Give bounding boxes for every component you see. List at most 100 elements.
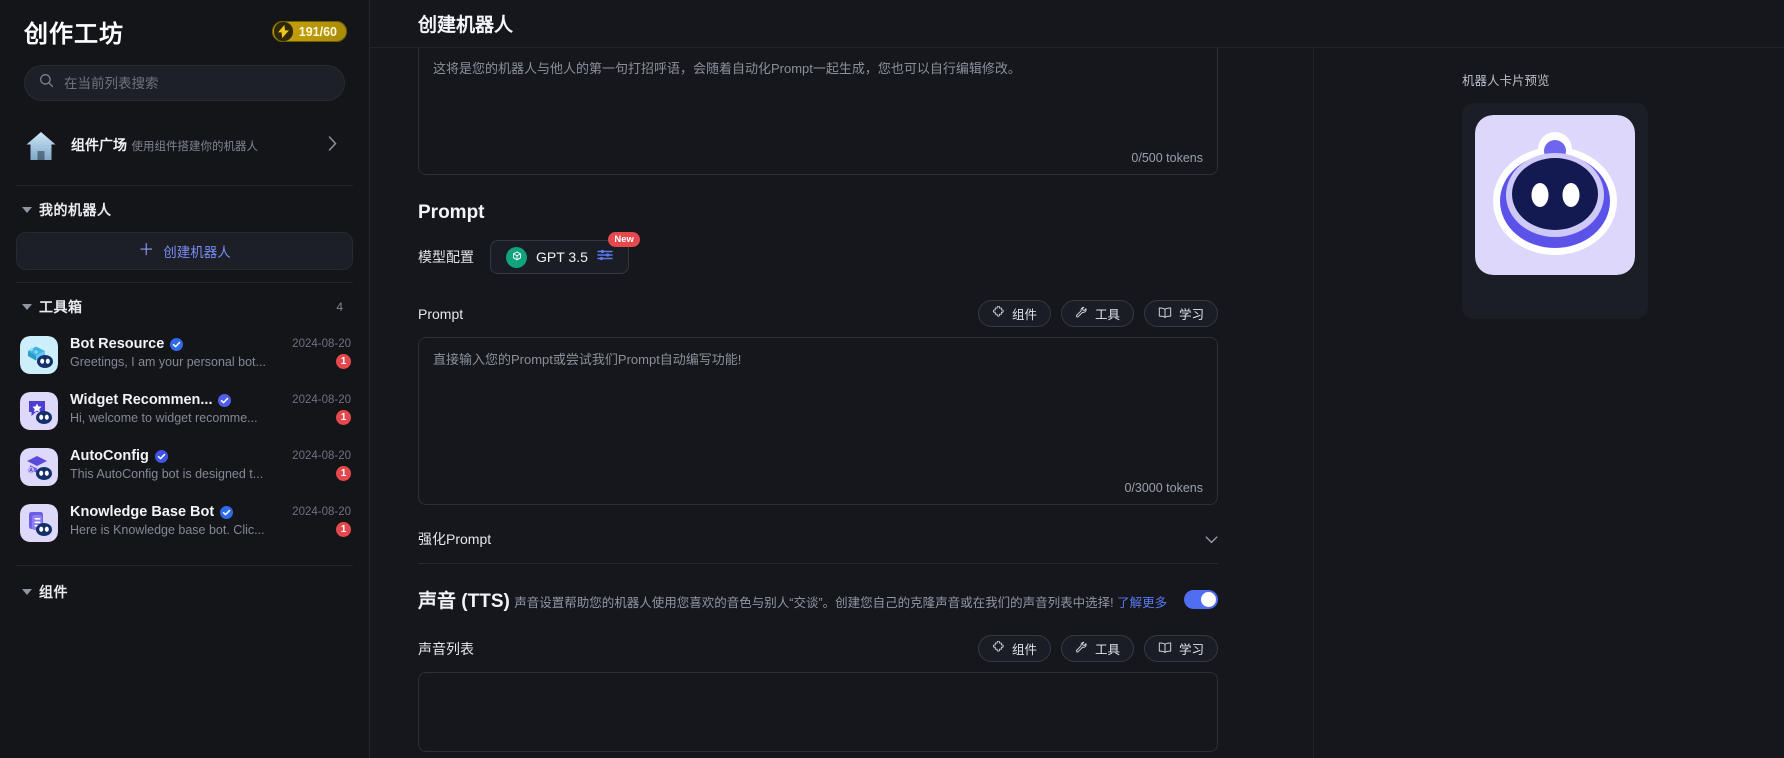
verified-icon (154, 449, 168, 463)
chip-components-label: 组件 (1011, 308, 1037, 322)
group-my-bots-label: 我的机器人 (39, 202, 112, 218)
chevron-down-icon[interactable] (1205, 532, 1218, 547)
list-item[interactable]: Knowledge Base Bot 2024-08-20 Here is Kn… (0, 495, 369, 551)
list-item[interactable]: A AutoConfig 2024-08-20 This AutoConfig … (0, 439, 369, 495)
wrench-icon (1075, 641, 1088, 657)
openai-icon (506, 246, 527, 268)
prompt-input[interactable]: 直接输入您的Prompt或尝试我们Prompt自动编写功能! 0/3000 to… (418, 337, 1218, 505)
puzzle-icon (992, 305, 1005, 322)
model-config-row: 模型配置 GPT 3.5 New (418, 232, 1218, 274)
group-components[interactable]: 组件 (0, 566, 369, 608)
book-icon (1158, 641, 1172, 657)
chevron-right-icon (328, 136, 343, 156)
caret-down-icon (22, 304, 32, 310)
prompt-field-header: Prompt 组件 工具 学习 (418, 300, 1218, 327)
bot-date: 2024-08-20 (292, 506, 351, 518)
chip-components[interactable]: 组件 (977, 300, 1051, 327)
chip-tools-voice-label: 工具 (1094, 643, 1120, 657)
autoconfig-avatar: A (20, 448, 58, 486)
bot-main: Widget Recommen... 2024-08-20 Hi, welcom… (70, 392, 351, 425)
energy-badge[interactable]: 191/60 (271, 21, 347, 42)
list-item[interactable]: Widget Recommen... 2024-08-20 Hi, welcom… (0, 383, 369, 439)
prompt-token-count: 0/3000 tokens (1124, 481, 1203, 495)
search-box[interactable] (24, 65, 345, 101)
wrench-icon (1075, 306, 1088, 322)
chip-tools[interactable]: 工具 (1060, 300, 1134, 327)
chip-tools-voice[interactable]: 工具 (1060, 635, 1134, 662)
chip-learn[interactable]: 学习 (1143, 300, 1218, 327)
group-my-bots[interactable]: 我的机器人 (0, 186, 369, 226)
widget-recommend-avatar (20, 392, 58, 430)
robot-head-avatar (1475, 115, 1635, 275)
chip-tools-label: 工具 (1094, 308, 1120, 322)
app-root: 创作工坊 191/60 在当前列表搜索 组件广场 使用组件搭建你的机器人 我的机… (0, 0, 1784, 758)
main-header: 创建机器人 (370, 0, 1784, 48)
verified-icon (220, 505, 234, 519)
greeting-token-count: 0/500 tokens (1131, 151, 1203, 165)
tts-learn-more-link[interactable]: 了解更多 (1117, 596, 1167, 610)
create-bot-button[interactable]: ＋ 创建机器人 (16, 232, 353, 270)
voice-list-label: 声音列表 (418, 640, 474, 657)
bot-card-preview (1462, 103, 1648, 319)
bot-line-2: This AutoConfig bot is designed t... 1 (70, 466, 351, 481)
form-column: 这将是您的机器人与他人的第一句打招呼语，会随着自动化Prompt一起生成，您也可… (370, 48, 1314, 758)
sidebar-item-component-market[interactable]: 组件广场 使用组件搭建你的机器人 (16, 119, 353, 173)
energy-value: 191/60 (298, 24, 337, 39)
bot-resource-avatar (20, 336, 58, 374)
sidebar-header: 创作工坊 191/60 (0, 0, 369, 57)
bot-line-2: Greetings, I am your personal bot... 1 (70, 354, 351, 369)
market-text: 组件广场 使用组件搭建你的机器人 (71, 136, 315, 156)
search-input[interactable] (64, 75, 330, 91)
group-toolbox-label: 工具箱 (39, 299, 83, 315)
search-container (0, 57, 369, 113)
tts-section: 声音 (TTS) 声音设置帮助您的机器人使用您喜欢的音色与别人“交谈”。创建您自… (418, 586, 1218, 613)
market-subtitle: 使用组件搭建你的机器人 (131, 141, 258, 154)
sliders-icon[interactable] (597, 248, 613, 267)
sidebar: 创作工坊 191/60 在当前列表搜索 组件广场 使用组件搭建你的机器人 我的机… (0, 0, 370, 758)
prompt-placeholder: 直接输入您的Prompt或尝试我们Prompt自动编写功能! (433, 352, 742, 367)
home-icon (24, 129, 58, 163)
voice-list-header: 声音列表 组件 工具 学习 (418, 635, 1218, 662)
prompt-section-heading: Prompt (418, 202, 485, 223)
greeting-field[interactable]: 这将是您的机器人与他人的第一句打招呼语，会随着自动化Prompt一起生成，您也可… (418, 48, 1218, 175)
list-item[interactable]: Bot Resource 2024-08-20 Greetings, I am … (0, 327, 369, 383)
chip-learn-voice-label: 学习 (1178, 643, 1204, 657)
unread-badge: 1 (336, 466, 351, 481)
caret-down-icon (22, 589, 32, 595)
enhance-prompt-label: 强化Prompt (418, 531, 492, 547)
chip-components-voice-label: 组件 (1011, 643, 1037, 657)
model-selector[interactable]: GPT 3.5 New (490, 232, 640, 274)
bot-line-1: Knowledge Base Bot 2024-08-20 (70, 504, 351, 520)
search-icon (39, 73, 54, 93)
model-name: GPT 3.5 (536, 249, 588, 265)
enhance-prompt-section[interactable]: 强化Prompt (418, 529, 1218, 564)
greeting-placeholder: 这将是您的机器人与他人的第一句打招呼语，会随着自动化Prompt一起生成，您也可… (433, 61, 1021, 76)
bot-list: Bot Resource 2024-08-20 Greetings, I am … (0, 323, 369, 551)
model-config-label: 模型配置 (418, 249, 474, 265)
market-title: 组件广场 (71, 137, 127, 154)
knowledge-base-avatar (20, 504, 58, 542)
bot-desc: This AutoConfig bot is designed t... (70, 466, 264, 481)
bot-desc: Here is Knowledge base bot. Clic... (70, 522, 265, 537)
bolt-icon (273, 22, 293, 41)
bot-main: Bot Resource 2024-08-20 Greetings, I am … (70, 336, 351, 369)
group-toolbox[interactable]: 工具箱 4 (0, 283, 369, 323)
plus-icon: ＋ (138, 242, 155, 259)
unread-badge: 1 (336, 410, 351, 425)
bot-main: Knowledge Base Bot 2024-08-20 Here is Kn… (70, 504, 351, 537)
preview-label: 机器人卡片预览 (1462, 74, 1550, 88)
bot-name: Bot Resource (70, 336, 165, 352)
caret-down-icon (22, 207, 32, 213)
form-inner: 这将是您的机器人与他人的第一句打招呼语，会随着自动化Prompt一起生成，您也可… (418, 48, 1218, 752)
tts-toggle[interactable] (1184, 590, 1218, 609)
voice-list-box[interactable] (418, 672, 1218, 752)
bot-line-1: Widget Recommen... 2024-08-20 (70, 392, 351, 408)
bot-line-1: Bot Resource 2024-08-20 (70, 336, 351, 352)
chip-learn-voice[interactable]: 学习 (1143, 635, 1218, 662)
verified-icon (218, 393, 232, 407)
chip-components-voice[interactable]: 组件 (977, 635, 1051, 662)
tts-title: 声音 (TTS) (418, 591, 510, 612)
create-bot-label: 创建机器人 (163, 245, 231, 260)
group-components-label: 组件 (39, 584, 68, 600)
new-badge: New (608, 232, 640, 247)
